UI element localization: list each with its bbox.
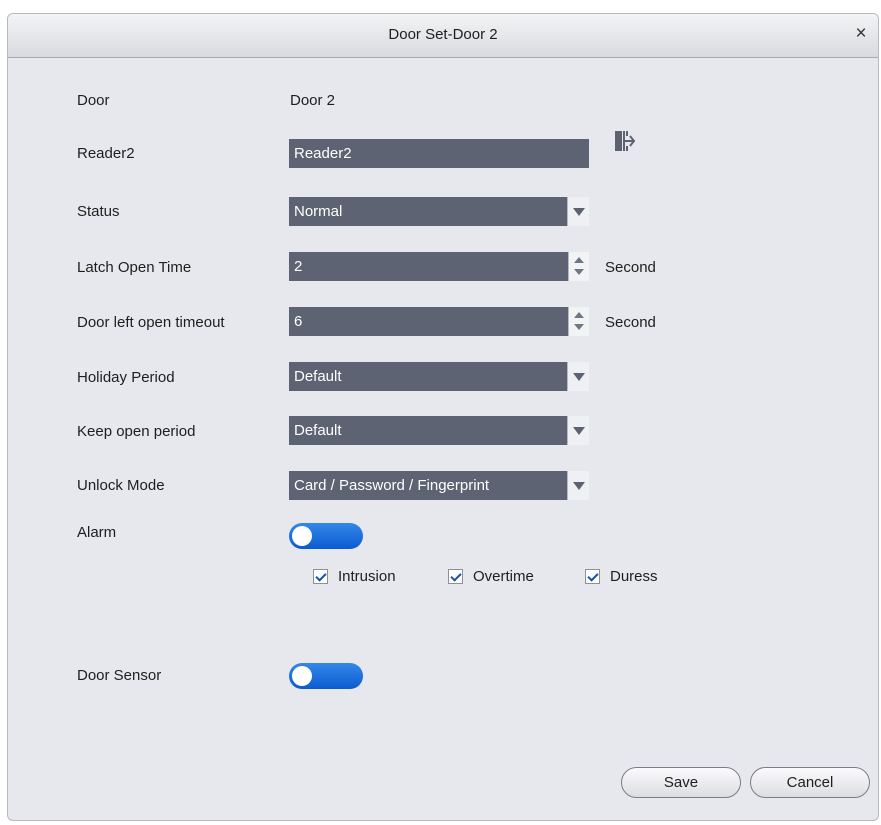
spin-arrows-icon[interactable] — [568, 307, 589, 336]
checkbox-checked-icon[interactable] — [448, 569, 463, 584]
chevron-down-icon[interactable] — [567, 362, 589, 391]
door-left-open-timeout-unit: Second — [605, 314, 656, 331]
latch-open-time-unit: Second — [605, 259, 656, 276]
exit-door-icon[interactable] — [612, 128, 638, 154]
toggle-knob — [292, 526, 312, 546]
spin-arrows-icon[interactable] — [568, 252, 589, 281]
door-sensor-label: Door Sensor — [77, 667, 162, 684]
overtime-checkbox[interactable]: Overtime — [448, 568, 534, 585]
intrusion-checkbox[interactable]: Intrusion — [313, 568, 396, 585]
holiday-period-label: Holiday Period — [77, 369, 175, 386]
save-button[interactable]: Save — [621, 767, 741, 798]
duress-checkbox[interactable]: Duress — [585, 568, 658, 585]
holiday-period-select[interactable]: Default — [289, 362, 589, 391]
status-label: Status — [77, 203, 120, 220]
checkbox-checked-icon[interactable] — [585, 569, 600, 584]
dialog-title: Door Set-Door 2 — [388, 26, 498, 43]
reader-label: Reader2 — [77, 145, 135, 162]
status-select-value: Normal — [294, 203, 343, 220]
holiday-period-value: Default — [294, 368, 342, 385]
reader-input-value: Reader2 — [294, 145, 352, 162]
door-value: Door 2 — [290, 92, 336, 109]
checkbox-checked-icon[interactable] — [313, 569, 328, 584]
alarm-toggle[interactable] — [289, 523, 363, 549]
intrusion-label: Intrusion — [338, 568, 396, 585]
dialog-titlebar: Door Set-Door 2 × — [8, 14, 878, 58]
door-left-open-timeout-stepper[interactable]: 6 — [289, 307, 589, 336]
chevron-down-icon[interactable] — [567, 471, 589, 500]
door-label: Door — [77, 92, 110, 109]
unlock-mode-value: Card / Password / Fingerprint — [294, 477, 490, 494]
spin-up-icon[interactable] — [574, 312, 584, 318]
alarm-label: Alarm — [77, 524, 117, 541]
keep-open-period-select[interactable]: Default — [289, 416, 589, 445]
close-icon[interactable]: × — [850, 23, 872, 45]
latch-open-time-stepper[interactable]: 2 — [289, 252, 589, 281]
spin-up-icon[interactable] — [574, 257, 584, 263]
reader-input[interactable]: Reader2 — [289, 139, 589, 168]
spin-down-icon[interactable] — [574, 269, 584, 275]
door-left-open-timeout-label: Door left open timeout — [77, 314, 225, 331]
chevron-down-icon[interactable] — [567, 197, 589, 226]
chevron-down-icon[interactable] — [567, 416, 589, 445]
unlock-mode-label: Unlock Mode — [77, 477, 165, 494]
latch-open-time-label: Latch Open Time — [77, 259, 192, 276]
overtime-label: Overtime — [473, 568, 534, 585]
spin-down-icon[interactable] — [574, 324, 584, 330]
keep-open-period-value: Default — [294, 422, 342, 439]
status-select[interactable]: Normal — [289, 197, 589, 226]
toggle-knob — [292, 666, 312, 686]
unlock-mode-select[interactable]: Card / Password / Fingerprint — [289, 471, 589, 500]
cancel-button[interactable]: Cancel — [750, 767, 870, 798]
door-sensor-toggle[interactable] — [289, 663, 363, 689]
latch-open-time-value: 2 — [294, 258, 303, 275]
keep-open-period-label: Keep open period — [77, 423, 196, 440]
duress-label: Duress — [610, 568, 658, 585]
door-left-open-timeout-value: 6 — [294, 313, 303, 330]
